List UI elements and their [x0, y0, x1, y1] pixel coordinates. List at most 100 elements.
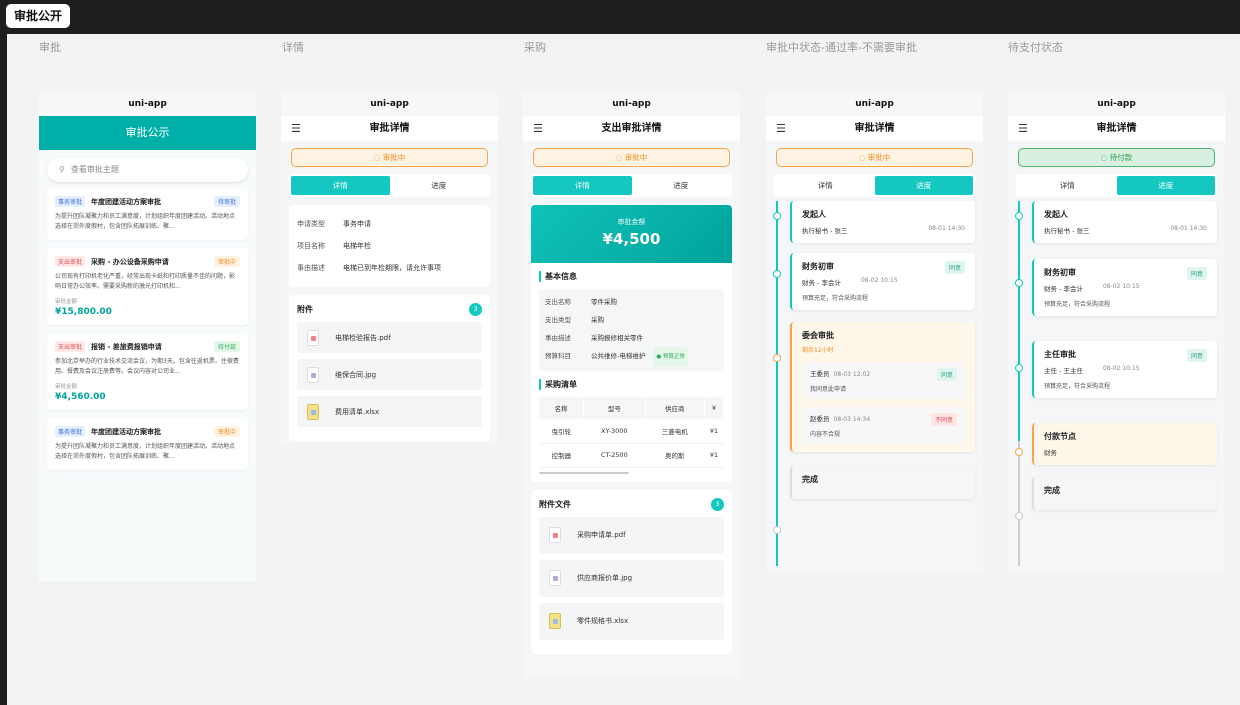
excel-icon	[307, 403, 319, 420]
count-badge: 3	[469, 303, 482, 316]
tab-detail[interactable]: 详情	[776, 176, 875, 195]
nav-bar: ☰ 审批详情	[1008, 116, 1225, 141]
item-title: 采购 - 办公设备采购申请	[91, 257, 169, 266]
frame-title-list: 审批	[39, 41, 61, 54]
menu-icon[interactable]: ☰	[533, 116, 543, 141]
step-initiator: 发起人 执行秘书 - 张三 08-01 14:30	[790, 201, 975, 243]
pdf-icon	[307, 329, 319, 346]
tab-progress[interactable]: 进度	[390, 176, 489, 195]
approve-badge: 同意	[936, 368, 957, 381]
vote-item: 王委员 08-03 12:02 同意 我同意此申请	[802, 362, 965, 399]
step-finance: 财务初审 同意 财务 - 李会计 08-02 10:15 预算充足，符合采购流程	[1032, 259, 1217, 316]
attachments: 附件 3 电梯检验报告.pdf 维保合同.jpg 费用清单.xlsx	[289, 295, 490, 441]
timeline: 发起人 执行秘书 - 张三 08-01 14:30 财务初审 同意 财务 - 李会…	[766, 201, 983, 566]
menu-icon[interactable]: ☰	[776, 116, 786, 141]
search-input[interactable]: ⚲ 查看审批主题	[47, 158, 248, 182]
purchase-table: 名称 型号 供应商 ¥ 曳引轮 XY-3000 三菱电机 ¥1 控制器 CT-2500 奥的斯 ¥…	[539, 397, 724, 468]
status-badge: 待付款	[213, 341, 240, 352]
remaining-time: 剩余12小时	[802, 347, 834, 354]
item-desc: 为提升团队凝聚力和员工满意度，计划组织年度团建活动。活动地点选择在郊外度假村，包…	[55, 443, 236, 460]
budget-badge: ● 预算正常	[653, 347, 688, 367]
tab-progress[interactable]: 进度	[632, 176, 731, 195]
timeline-node	[773, 270, 781, 278]
status-badge: 审批中	[213, 256, 240, 267]
timeline-node	[1015, 212, 1023, 220]
tabs: 详情 进度	[774, 174, 975, 197]
step-payment: 付款节点 财务	[1032, 423, 1217, 465]
list-item[interactable]: 支出审批 采购 - 办公设备采购申请 审批中 公司现有打印机老化严重，经常出现卡纸和…	[47, 248, 248, 325]
phone-list: uni-app 审批公示 ⚲ 查看审批主题 事务审批 年度团建活动方案审批 待审批 为…	[39, 93, 256, 581]
table-scrollbar[interactable]	[539, 471, 629, 474]
status-pill: ◌ 待付款	[1018, 148, 1215, 167]
file-item[interactable]: 供应商报价单.jpg	[539, 559, 724, 597]
item-desc: 为提升团队凝聚力和员工满意度，计划组织年度团建活动。活动地点选择在郊外度假村，包…	[55, 213, 236, 230]
tab-detail[interactable]: 详情	[533, 176, 632, 195]
type-tag: 事务审批	[55, 196, 86, 207]
menu-icon[interactable]: ☰	[291, 116, 301, 141]
amount-banner: 审批金额 ¥4,500	[531, 205, 732, 263]
item-title: 年度团建活动方案审批	[91, 197, 162, 206]
frame-title-purchase: 采购	[524, 41, 546, 54]
status-badge: 审批中	[213, 426, 240, 437]
tab-detail[interactable]: 详情	[1018, 176, 1117, 195]
nav-bar: ☰ 审批详情	[281, 116, 498, 141]
file-item[interactable]: 维保合同.jpg	[297, 359, 482, 390]
status-pill: ◌ 审批中	[291, 148, 488, 167]
file-item[interactable]: 电梯检验报告.pdf	[297, 322, 482, 353]
phone-purchase: uni-app ☰ 支出审批详情 ◌ 审批中 详情 进度 审批金额 ¥4,500 …	[523, 93, 740, 678]
item-desc: 公司现有打印机老化严重，经常出现卡纸和打印质量不佳的问题，影响日常办公效率。需要…	[55, 273, 236, 290]
step-initiator: 发起人 执行秘书 - 张三 08-01 14:30	[1032, 201, 1217, 243]
list-header: 审批公示	[39, 116, 256, 150]
phone-detail: uni-app ☰ 审批详情 ◌ 审批中 详情 进度 申请类型 事务申请 项目名称电…	[281, 93, 498, 443]
step-director: 主任审批 同意 主任 - 王主任 08-02 10:15 预算充足，符合采购流程	[1032, 341, 1217, 398]
purchase-list: 采购清单 名称 型号 供应商 ¥ 曳引轮 XY-3000 三菱电机 ¥1 控制器 CT-250…	[531, 379, 732, 482]
tabs: 详情 进度	[1016, 174, 1217, 197]
page-badge[interactable]: 审批公开	[6, 4, 71, 28]
item-title: 报销 - 差旅费报销申请	[91, 342, 162, 351]
attachments: 附件文件 3 采购申请单.pdf 供应商报价单.jpg 零件规格书.xlsx	[531, 489, 732, 654]
tab-detail[interactable]: 详情	[291, 176, 390, 195]
file-item[interactable]: 零件规格书.xlsx	[539, 602, 724, 640]
timeline-node	[1015, 512, 1023, 520]
timeline-line	[1018, 201, 1020, 441]
list-item[interactable]: 事务审批 年度团建活动方案审批 审批中 为提升团队凝聚力和员工满意度，计划组织年度团…	[47, 418, 248, 470]
amount-value: ¥4,500	[602, 230, 661, 248]
phone-progress: uni-app ☰ 审批详情 ◌ 审批中 详情 进度 发起人 执行秘书 - 张三 0…	[766, 93, 983, 573]
phone-pay: uni-app ☰ 审批详情 ◌ 待付款 详情 进度 发起人 执行秘书 - 张三 0…	[1008, 93, 1225, 573]
timeline-node	[773, 212, 781, 220]
tab-progress[interactable]: 进度	[874, 176, 973, 195]
reject-badge: 不同意	[930, 413, 957, 426]
top-bar: 审批公开	[0, 0, 1240, 34]
menu-icon[interactable]: ☰	[1018, 116, 1028, 141]
page-title: 支出审批详情	[601, 123, 662, 134]
page-title: 审批详情	[369, 123, 410, 134]
timeline-node	[1015, 448, 1023, 456]
type-tag: 支出审批	[55, 256, 86, 267]
type-tag: 事务审批	[55, 426, 86, 437]
file-item[interactable]: 费用清单.xlsx	[297, 396, 482, 427]
nav-bar: ☰ 审批详情	[766, 116, 983, 141]
timeline-node	[1015, 279, 1023, 287]
step-committee: 委会审批 剩余12小时 王委员 08-03 12:02 同意 我同意此申请 赵委员…	[790, 322, 975, 452]
timeline: 发起人 执行秘书 - 张三 08-01 14:30 财务初审 同意 财务 - 李会…	[1008, 201, 1225, 566]
timeline-node	[773, 354, 781, 362]
amount-label: 审批金额	[55, 384, 78, 390]
approve-badge: 同意	[1186, 267, 1207, 280]
page-title: 审批详情	[854, 123, 895, 134]
frame-title-progress: 审批中状态-通过率-不需要审批	[766, 41, 917, 54]
list-item[interactable]: 事务审批 年度团建活动方案审批 待审批 为提升团队凝聚力和员工满意度，计划组织年度团…	[47, 188, 248, 240]
tab-progress[interactable]: 进度	[1116, 176, 1215, 195]
file-item[interactable]: 采购申请单.pdf	[539, 516, 724, 554]
status-badge: 待审批	[213, 196, 240, 207]
list-item[interactable]: 支出审批 报销 - 差旅费报销申请 待付款 参加北京举办的行业技术交流会议，为期3天…	[47, 333, 248, 410]
app-bar: uni-app	[1008, 93, 1225, 116]
timeline-line	[776, 201, 778, 566]
app-bar: uni-app	[766, 93, 983, 116]
image-icon	[307, 366, 319, 383]
approve-badge: 同意	[944, 261, 965, 274]
status-pill: ◌ 审批中	[776, 148, 973, 167]
table-row: 控制器 CT-2500 奥的斯 ¥1	[539, 443, 724, 468]
status-pill: ◌ 审批中	[533, 148, 730, 167]
info-box: 申请类型 事务申请 项目名称 电梯年检 事由描述 电梯已到年检期限，请允许事项	[289, 205, 490, 287]
type-tag: 支出审批	[55, 341, 86, 352]
